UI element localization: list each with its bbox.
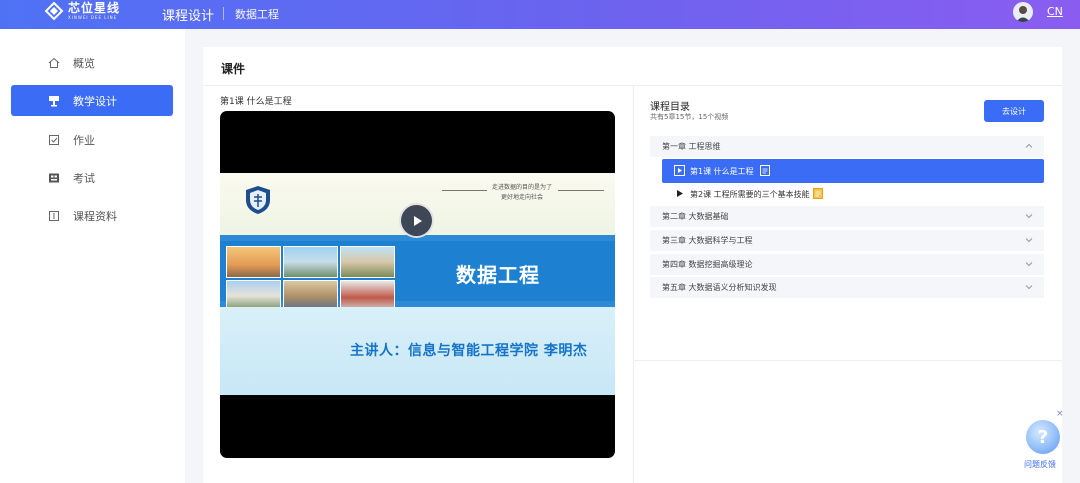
current-lesson-title: 第1课 什么是工程 [220,97,292,107]
chapter-item[interactable]: 第五章 大数据语义分析知识发现 [650,277,1044,298]
slide-presenter: 主讲人：信息与智能工程学院 李明杰 [350,343,588,359]
document-icon [813,188,823,199]
sidebar-item-label: 概览 [73,56,95,70]
avatar[interactable] [1013,2,1033,22]
card-title: 课件 [221,62,246,76]
chapter-title: 第五章 大数据语义分析知识发现 [662,283,777,292]
logo-icon [44,1,64,21]
chevron-down-icon [1025,285,1033,290]
chevron-down-icon [1025,238,1033,243]
catalog-summary: 共有5章15节，15个视频 [650,113,729,121]
sidebar-item-label: 教学设计 [73,94,117,108]
design-icon [48,95,60,107]
chevron-down-icon [1025,262,1033,267]
sidebar-item-label: 考试 [73,171,95,185]
page-title: 课程设计 [162,9,215,24]
logo-text: 芯位星线 [68,1,121,15]
catalog-title: 课程目录 [650,102,690,113]
sidebar-item-course-materials[interactable]: 课程资料 [11,200,173,231]
courseware-card: 课件 第1课 什么是工程 走进数据的目的是为了 更好地走向社会 数据工程 主讲人… [203,47,1062,483]
play-icon [413,215,422,226]
home-icon [48,57,60,69]
slide-banner [220,235,615,312]
university-emblem-icon [245,185,271,215]
lesson-item[interactable]: 第1课 什么是工程 [662,159,1044,183]
play-button[interactable] [399,203,434,238]
language-switch[interactable]: CN [1047,5,1063,18]
exam-icon [48,172,60,184]
close-icon[interactable]: × [1056,409,1064,419]
divider [633,360,1062,361]
chapter-title: 第三章 大数据科学与工程 [662,236,753,245]
sidebar-item-overview[interactable]: 概览 [11,47,173,78]
course-name: 数据工程 [235,8,279,21]
slide-title: 数据工程 [456,263,540,287]
feedback-widget[interactable]: × ? 问题反馈 [1022,409,1064,472]
materials-icon [48,210,60,222]
video-player[interactable]: 走进数据的目的是为了 更好地走向社会 数据工程 主讲人：信息与智能工程学院 李明… [220,111,615,458]
video-play-icon [677,190,683,197]
lesson-item[interactable]: 第2课 工程所需要的三个基本技能 [662,182,1044,206]
chapter-title: 第二章 大数据基础 [662,212,729,221]
lesson-title: 第1课 什么是工程 [690,166,754,176]
chevron-up-icon [1025,143,1033,148]
sidebar: 概览 教学设计 作业 考试 课程资料 [0,29,185,483]
sidebar-item-exam[interactable]: 考试 [11,162,173,193]
sidebar-item-teaching-design[interactable]: 教学设计 [11,85,173,116]
chapter-title: 第四章 数据挖掘高级理论 [662,260,753,269]
go-design-button[interactable]: 去设计 [984,100,1044,122]
chapter-item[interactable]: 第一章 工程思维 [650,136,1044,157]
slide-motto: 走进数据的目的是为了 更好地走向社会 [491,184,552,201]
chapter-item[interactable]: 第四章 数据挖掘高级理论 [650,254,1044,275]
chapter-title: 第一章 工程思维 [662,142,721,151]
video-play-icon [674,165,685,176]
feedback-label[interactable]: 问题反馈 [1024,459,1056,470]
sidebar-item-label: 课程资料 [73,209,117,223]
lesson-title: 第2课 工程所需要的三个基本技能 [690,189,810,199]
top-bar: 芯位星线 XINWEI DEE LINE 课程设计 数据工程 CN [0,0,1080,29]
header-divider [223,7,224,20]
sidebar-item-homework[interactable]: 作业 [11,124,173,155]
divider [633,86,634,483]
logo-subtext: XINWEI DEE LINE [68,15,118,20]
chevron-down-icon [1025,214,1033,219]
homework-icon [48,134,60,146]
question-icon[interactable]: ? [1026,420,1060,454]
logo[interactable]: 芯位星线 XINWEI DEE LINE [44,1,120,21]
chapter-item[interactable]: 第三章 大数据科学与工程 [650,230,1044,251]
sidebar-item-label: 作业 [73,133,95,147]
chapter-item[interactable]: 第二章 大数据基础 [650,206,1044,227]
document-icon [760,165,770,176]
